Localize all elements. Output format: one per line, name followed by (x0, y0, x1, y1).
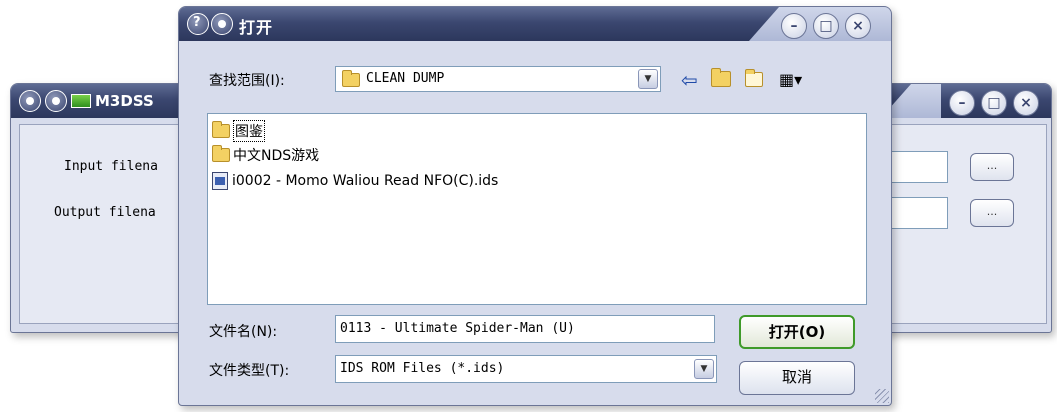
list-item[interactable]: 图鉴 (212, 120, 265, 142)
pin-button[interactable] (211, 13, 233, 35)
dialog-titlebar: 打开 – □ × (179, 7, 891, 41)
open-dialog: 打开 – □ × 查找范围(I): CLEAN DUMP ▼ ⇦ ▦▾ 图鉴 中… (178, 6, 892, 406)
m3dss-title: M3DSS (95, 92, 154, 110)
list-item[interactable]: i0002 - Momo Waliou Read NFO(C).ids (212, 170, 498, 192)
minimize-button[interactable]: – (949, 90, 975, 116)
app-logo-icon (71, 94, 91, 108)
output-filename-label: Output filena (54, 205, 156, 220)
ids-file-icon (212, 172, 228, 190)
new-folder-icon[interactable] (745, 69, 766, 90)
maximize-button[interactable]: □ (813, 13, 839, 39)
filetype-value: IDS ROM Files (*.ids) (340, 361, 505, 376)
filetype-select[interactable]: IDS ROM Files (*.ids) ▼ (335, 355, 717, 383)
m3dss-window-right: – □ × ... ... (880, 83, 1052, 333)
filename-input[interactable]: 0113 - Ultimate Spider-Man (U) (335, 315, 715, 343)
chevron-down-icon[interactable]: ▼ (694, 359, 714, 379)
list-item[interactable]: 中文NDS游戏 (212, 144, 319, 166)
resize-grip-icon[interactable] (875, 389, 889, 403)
folder-icon (212, 121, 230, 138)
close-button[interactable]: × (1013, 90, 1039, 116)
file-list[interactable]: 图鉴 中文NDS游戏 i0002 - Momo Waliou Read NFO(… (207, 113, 867, 305)
input-filename-label: Input filena (64, 159, 158, 174)
list-item-label: 中文NDS游戏 (233, 148, 320, 164)
back-arrow-icon[interactable]: ⇦ (681, 70, 698, 90)
help-button[interactable] (187, 13, 209, 35)
chevron-down-icon[interactable]: ▼ (638, 69, 658, 89)
view-menu-icon[interactable]: ▦▾ (779, 70, 802, 90)
output-filename-field[interactable] (886, 197, 948, 229)
minimize-button[interactable]: – (781, 13, 807, 39)
close-button[interactable]: × (845, 13, 871, 39)
input-browse-button[interactable]: ... (970, 153, 1014, 181)
filetype-label: 文件类型(T): (209, 363, 290, 379)
m3dss-panel-right: ... ... (885, 124, 1047, 324)
look-in-combo[interactable]: CLEAN DUMP ▼ (335, 66, 661, 92)
list-item-label: i0002 - Momo Waliou Read NFO(C).ids (232, 173, 499, 189)
cancel-button[interactable]: 取消 (739, 361, 855, 395)
open-button[interactable]: 打开(O) (739, 315, 855, 349)
maximize-button[interactable]: □ (981, 90, 1007, 116)
look-in-value: CLEAN DUMP (366, 71, 445, 86)
folder-icon (342, 70, 360, 87)
system-menu-button[interactable] (19, 90, 41, 112)
dialog-title: 打开 (239, 18, 274, 37)
output-browse-button[interactable]: ... (970, 199, 1014, 227)
list-item-label: 图鉴 (233, 120, 265, 142)
m3dss-titlebar-right: – □ × (881, 84, 1051, 118)
look-in-label: 查找范围(I): (209, 73, 285, 89)
up-folder-icon[interactable] (711, 68, 734, 90)
filename-value: 0113 - Ultimate Spider-Man (U) (340, 321, 575, 336)
folder-icon (212, 145, 230, 162)
input-filename-field[interactable] (886, 151, 948, 183)
filename-label: 文件名(N): (209, 324, 278, 340)
pin-button[interactable] (45, 90, 67, 112)
